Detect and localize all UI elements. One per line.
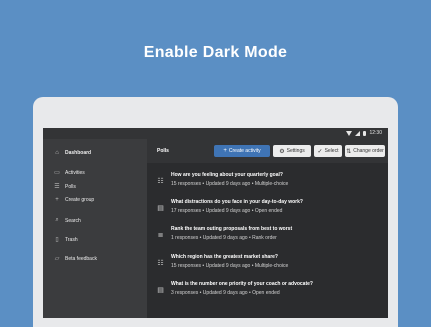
home-icon: ⌂ <box>55 150 59 156</box>
sidebar-item-label: Trash <box>65 236 78 243</box>
poll-meta: 3 responses • Updated 9 days ago • Open … <box>171 290 280 296</box>
polls-icon: ☰ <box>54 184 60 190</box>
poll-list-item[interactable]: ≣ Rank the team outing proposals from be… <box>147 224 388 250</box>
create-activity-button[interactable]: + Create activity <box>214 145 270 157</box>
sidebar-item-trash[interactable]: ▯ Trash <box>54 236 78 244</box>
gear-icon: ⚙ <box>279 148 285 155</box>
poll-title: Rank the team outing proposals from best… <box>171 226 293 232</box>
trash-icon: ▯ <box>55 237 59 243</box>
poll-title: Which region has the greatest market sha… <box>171 254 278 260</box>
poll-list-item[interactable]: ▤ What is the number one priority of you… <box>147 279 388 305</box>
poll-meta: 17 responses • Updated 9 days ago • Open… <box>171 208 283 214</box>
signal-icon <box>355 130 361 136</box>
change-order-button[interactable]: ⇅ Change order <box>345 145 385 157</box>
sidebar-item-beta-feedback[interactable]: ▱ Beta feedback <box>54 255 97 263</box>
page-title: Polls <box>157 148 169 154</box>
wifi-icon <box>346 130 353 136</box>
sidebar-item-label: Beta feedback <box>65 255 97 262</box>
tablet-frame: 12:30 ⌂ Dashboard ▭ Activities ☰ Polls +… <box>33 97 398 327</box>
multiple-choice-icon: ☷ <box>157 178 164 185</box>
poll-meta: 15 responses • Updated 9 days ago • Mult… <box>171 181 289 187</box>
battery-icon <box>363 130 367 136</box>
sidebar-item-search[interactable]: ⌕ Search <box>54 217 81 224</box>
sidebar-item-polls[interactable]: ☰ Polls <box>54 183 76 191</box>
poll-meta: 1 responses • Updated 9 days ago • Rank … <box>171 235 277 241</box>
status-bar: 12:30 <box>43 128 388 139</box>
poll-title: How are you feeling about your quarterly… <box>171 172 283 178</box>
sidebar-item-label: Activities <box>65 169 85 176</box>
settings-button[interactable]: ⚙ Settings <box>273 145 311 157</box>
poll-list-item[interactable]: ☷ How are you feeling about your quarter… <box>147 170 388 196</box>
sidebar-item-label: Create group <box>65 197 95 203</box>
multiple-choice-icon: ☷ <box>157 260 164 267</box>
toolbar: Polls + Create activity ⚙ Settings ✓ Sel… <box>147 139 388 163</box>
poll-title: What is the number one priority of your … <box>171 281 313 287</box>
plus-icon: + <box>55 197 59 203</box>
app-screen: 12:30 ⌂ Dashboard ▭ Activities ☰ Polls +… <box>43 128 388 318</box>
feedback-icon: ▱ <box>54 256 60 262</box>
open-ended-icon: ▤ <box>157 287 164 294</box>
sidebar: ⌂ Dashboard ▭ Activities ☰ Polls + Creat… <box>43 139 147 318</box>
poll-list-item[interactable]: ▤ What distractions do you face in your … <box>147 197 388 223</box>
sidebar-item-label: Polls <box>65 183 76 190</box>
status-time: 12:30 <box>369 130 382 136</box>
sidebar-item-label: Dashboard <box>65 150 92 156</box>
poll-meta: 15 responses • Updated 9 days ago • Mult… <box>171 263 289 269</box>
headline: Enable Dark Mode <box>143 44 288 61</box>
plus-icon: + <box>223 148 227 154</box>
select-button[interactable]: ✓ Select <box>314 145 342 157</box>
open-ended-icon: ▤ <box>157 205 164 212</box>
sidebar-item-dashboard[interactable]: ⌂ Dashboard <box>54 150 91 156</box>
check-icon: ✓ <box>317 148 323 155</box>
poll-title: What distractions do you face in your da… <box>171 199 303 205</box>
sidebar-item-label: Search <box>65 217 81 224</box>
sort-icon: ⇅ <box>346 148 352 155</box>
rank-order-icon: ≣ <box>157 232 164 239</box>
sidebar-item-activities[interactable]: ▭ Activities <box>54 169 85 177</box>
sidebar-item-create-group[interactable]: + Create group <box>54 197 94 203</box>
main-content: Polls + Create activity ⚙ Settings ✓ Sel… <box>147 139 388 318</box>
folder-icon: ▭ <box>54 170 60 176</box>
poll-list-item[interactable]: ☷ Which region has the greatest market s… <box>147 252 388 278</box>
search-icon: ⌕ <box>55 217 59 223</box>
